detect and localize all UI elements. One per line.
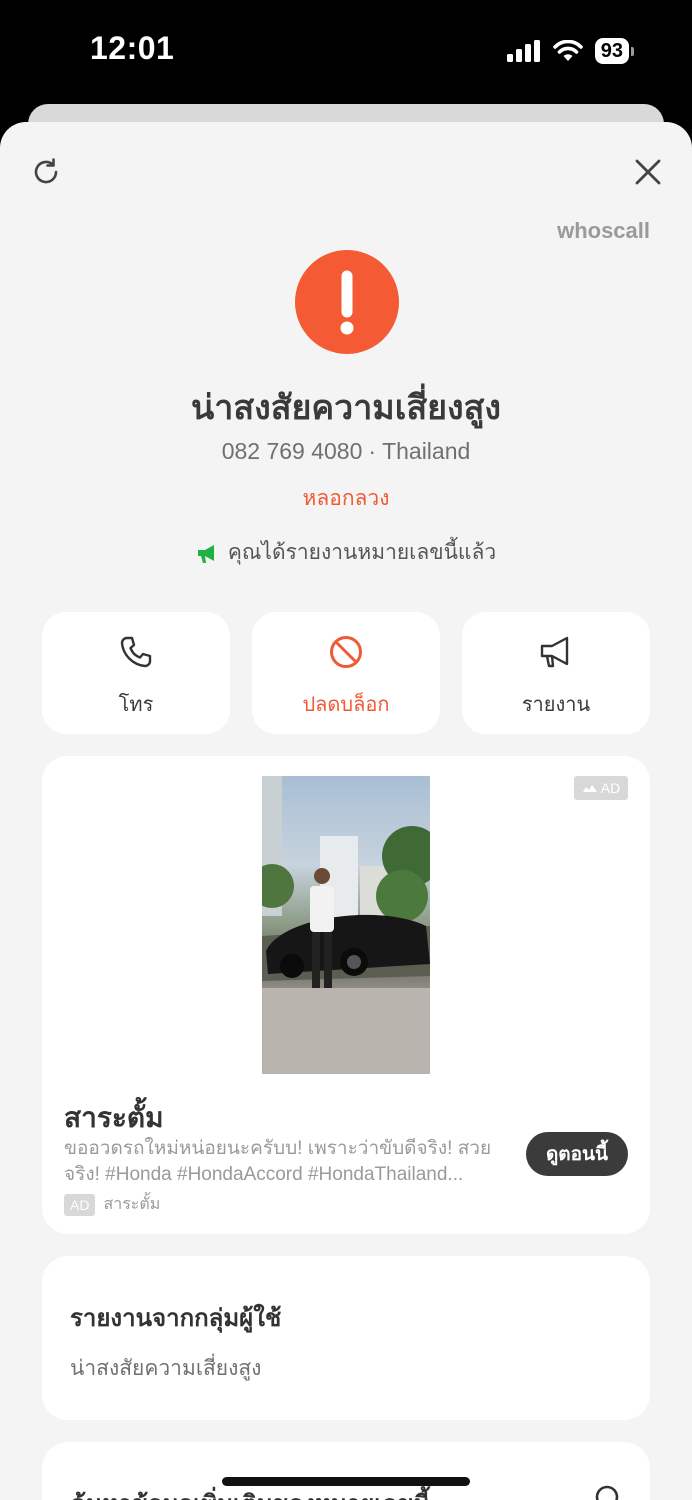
watch-now-button[interactable]: ดูตอนนี้ [526,1132,628,1176]
community-report-title: รายงานจากกลุ่มผู้ใช้ [70,1305,282,1332]
more-info-card[interactable]: ค้นหาข้อมูลเพิ่มเติมของหมายเลขนี้ [42,1442,650,1500]
ad-card[interactable]: AD สาระตั้ม ขออวดรถใหม่หน่อยนะครับบ! เพร… [42,756,650,1234]
warning-badge [295,250,399,354]
reported-notice: คุณได้รายงานหมายเลขนี้แล้ว [0,536,692,569]
separator-dot: · [368,438,377,464]
call-button[interactable]: โทร [42,612,230,734]
ad-badge: AD [574,776,628,800]
ad-sponsor: สาระตั้ม [103,1196,161,1213]
risk-title: น่าสงสัยความเสี่ยงสูง [191,389,501,427]
exclamation-icon [340,270,354,335]
category-label: หลอกลวง [302,487,390,510]
status-icons: 93 [506,38,634,64]
ad-badge-label: AD [600,780,621,796]
unblock-label: ปลดบล็อก [302,694,390,716]
battery-level: 93 [594,38,629,64]
ad-title[interactable]: สาระตั้ม [64,1096,164,1140]
status-bar: 12:01 93 [0,0,692,104]
megaphone-icon [540,636,569,668]
ad-photo-illustration [262,776,430,1074]
block-icon [330,636,362,668]
status-time: 12:01 [90,30,175,66]
ad-footer: AD สาระตั้ม [64,1192,160,1217]
signal-icon [506,40,540,62]
search-icon [595,1485,619,1500]
phone-line: 082 769 4080 · Thailand [0,438,692,465]
ad-tag: AD [64,1193,96,1216]
community-report-value: น่าสงสัยความเสี่ยงสูง [70,1357,262,1380]
phone-number: 082 769 4080 [221,438,363,464]
caller-detail-sheet: whoscall น่าสงสัยความเสี่ยงสูง 082 769 4… [0,122,692,1500]
close-icon [635,159,661,185]
ad-image[interactable] [262,776,430,1074]
refresh-icon [34,158,58,184]
unblock-button[interactable]: ปลดบล็อก [252,612,440,734]
phone-icon [120,636,152,668]
action-row: โทร ปลดบล็อก รายงาน [42,612,650,734]
home-indicator[interactable] [222,1477,470,1486]
country: Thailand [382,438,471,464]
whoscall-logo: whoscall [557,218,650,243]
more-info-title: ค้นหาข้อมูลเพิ่มเติมของหมายเลขนี้ [70,1484,430,1500]
report-label: รายงาน [521,694,591,716]
ad-description: ขออวดรถใหม่หน่อยนะครับบ! เพราะว่าขับดีจร… [64,1138,492,1185]
community-report-card: รายงานจากกลุ่มผู้ใช้ น่าสงสัยความเสี่ยงส… [42,1256,650,1420]
battery-cap [631,46,634,56]
report-button[interactable]: รายงาน [462,612,650,734]
ad-wave-icon [582,785,597,792]
reported-text: คุณได้รายงานหมายเลขนี้แล้ว [227,541,497,564]
megaphone-icon [197,544,214,563]
battery-indicator: 93 [594,38,634,64]
refresh-button[interactable] [30,156,62,188]
wifi-icon [552,40,583,61]
call-label: โทร [118,694,154,716]
close-button[interactable] [632,156,664,188]
